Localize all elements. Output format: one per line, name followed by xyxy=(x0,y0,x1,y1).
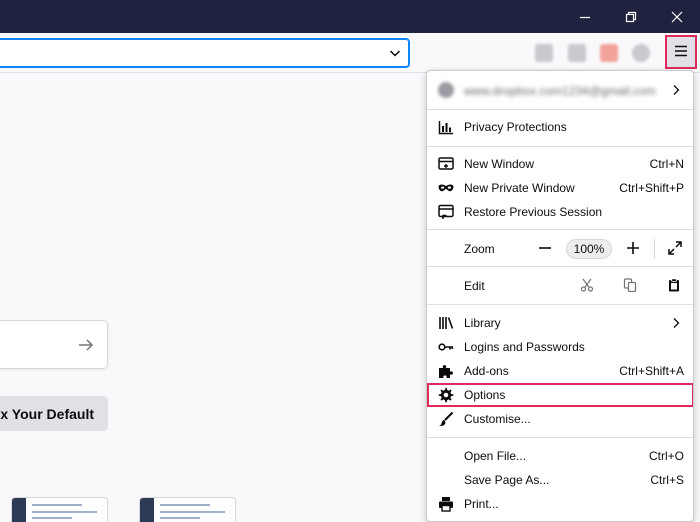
chevron-right-icon xyxy=(668,315,684,334)
shortcut-label: Ctrl+O xyxy=(648,449,684,463)
menu-item-label: Library xyxy=(464,316,501,330)
menu-item-label: Restore Previous Session xyxy=(464,205,603,219)
zoom-controls: Zoom 100% xyxy=(428,235,693,263)
copy-button[interactable] xyxy=(619,276,641,296)
printer-icon xyxy=(438,496,454,512)
paste-button[interactable] xyxy=(663,276,685,296)
menu-item-label: Customise... xyxy=(464,412,531,426)
menu-item-save-page[interactable]: Save Page As... Ctrl+S xyxy=(428,468,693,492)
menu-separator xyxy=(427,146,693,147)
menu-item-label: Options xyxy=(464,388,506,402)
chart-bars-icon xyxy=(438,119,454,135)
minimize-icon xyxy=(579,11,591,23)
close-icon xyxy=(671,11,683,23)
menu-item-library[interactable]: Library xyxy=(428,311,693,335)
account-item[interactable]: www.dropbox.com1234@gmail.com xyxy=(428,75,693,105)
copy-icon xyxy=(623,277,637,295)
menu-item-label: Logins and Passwords xyxy=(464,340,585,354)
top-site-thumbnail[interactable] xyxy=(11,497,108,522)
cut-button[interactable] xyxy=(576,276,598,296)
menu-item-new-private-window[interactable]: New Private Window Ctrl+Shift+P xyxy=(428,176,693,200)
zoom-out-button[interactable] xyxy=(534,238,556,260)
zoom-in-button[interactable] xyxy=(622,238,644,260)
menu-item-label: Open File... xyxy=(464,449,527,463)
account-email: www.dropbox.com1234@gmail.com xyxy=(464,84,656,98)
minus-icon xyxy=(538,241,552,258)
menu-item-customise[interactable]: Customise... xyxy=(428,407,693,431)
menu-separator xyxy=(427,304,693,305)
menu-item-label: New Window xyxy=(464,157,535,171)
menu-item-privacy-protections[interactable]: Privacy Protections xyxy=(428,115,693,139)
fullscreen-icon xyxy=(668,240,682,258)
fullscreen-button[interactable] xyxy=(664,238,686,260)
scissors-icon xyxy=(580,278,594,295)
chevron-down-icon[interactable] xyxy=(387,45,403,61)
menu-item-add-ons[interactable]: Add-ons Ctrl+Shift+A xyxy=(428,359,693,383)
zoom-reset-button[interactable]: 100% xyxy=(566,239,612,259)
close-window-button[interactable] xyxy=(654,0,700,33)
new-window-icon xyxy=(438,156,454,172)
menu-item-options[interactable]: Options xyxy=(427,383,693,407)
gear-icon xyxy=(438,387,454,403)
avatar xyxy=(438,82,454,98)
extension-icon-4[interactable] xyxy=(632,44,650,62)
edit-label: Edit xyxy=(464,279,485,293)
shortcut-label: Ctrl+N xyxy=(649,157,684,171)
menu-item-label: New Private Window xyxy=(464,181,575,195)
navigation-toolbar xyxy=(0,33,700,73)
shortcut-label: Ctrl+Shift+P xyxy=(619,181,684,195)
edit-controls: Edit xyxy=(428,272,693,300)
title-bar xyxy=(0,0,700,33)
extension-icon-1[interactable] xyxy=(535,44,553,62)
menu-item-label: Print... xyxy=(464,497,499,511)
extension-icon-3[interactable] xyxy=(600,44,618,62)
menu-separator xyxy=(427,229,693,230)
hamburger-menu-icon xyxy=(674,45,688,60)
menu-item-label: Save Page As... xyxy=(464,473,550,487)
menu-separator xyxy=(427,266,693,267)
menu-item-print[interactable]: Print... xyxy=(428,492,693,516)
plus-icon xyxy=(626,241,640,258)
divider xyxy=(654,239,655,259)
make-default-button[interactable]: ox Your Default xyxy=(0,396,108,431)
top-site-thumbnail[interactable] xyxy=(139,497,236,522)
app-menu-panel: www.dropbox.com1234@gmail.com Privacy Pr… xyxy=(426,70,694,522)
menu-item-logins-passwords[interactable]: Logins and Passwords xyxy=(428,335,693,359)
restore-session-icon xyxy=(438,204,454,220)
zoom-label: Zoom xyxy=(464,242,495,256)
menu-separator xyxy=(427,437,693,438)
shortcut-label: Ctrl+Shift+A xyxy=(619,364,684,378)
chevron-right-icon xyxy=(668,82,684,101)
clipboard-icon xyxy=(667,277,681,295)
arrow-right-icon[interactable] xyxy=(77,336,95,357)
menu-item-restore-session[interactable]: Restore Previous Session xyxy=(428,200,693,224)
menu-item-open-file[interactable]: Open File... Ctrl+O xyxy=(428,444,693,468)
restore-button[interactable] xyxy=(608,0,654,33)
open-menu-button[interactable] xyxy=(665,35,697,69)
minimize-button[interactable] xyxy=(562,0,608,33)
menu-separator xyxy=(427,109,693,110)
puzzle-piece-icon xyxy=(438,363,454,379)
url-bar[interactable] xyxy=(0,38,410,68)
menu-item-label: Privacy Protections xyxy=(464,120,567,134)
key-icon xyxy=(438,339,454,355)
shortcut-label: Ctrl+S xyxy=(650,473,684,487)
extension-icon-2[interactable] xyxy=(568,44,586,62)
menu-item-label: Add-ons xyxy=(464,364,509,378)
web-search-box[interactable] xyxy=(0,320,108,369)
restore-icon xyxy=(625,11,637,23)
library-icon xyxy=(438,315,454,331)
menu-item-new-window[interactable]: New Window Ctrl+N xyxy=(428,152,693,176)
paintbrush-icon xyxy=(438,411,454,427)
private-mask-icon xyxy=(438,180,454,196)
